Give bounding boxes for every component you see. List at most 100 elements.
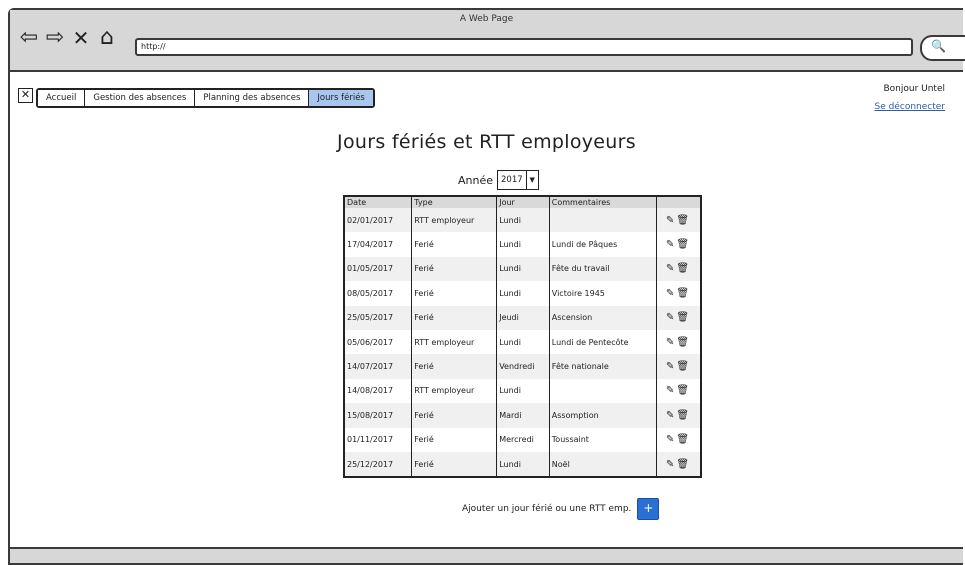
cell-jour: Mercredi <box>496 427 550 452</box>
add-holiday-row: Ajouter un jour férié ou une RTT emp. + <box>462 498 660 520</box>
back-arrow-icon[interactable]: ⇦ <box>18 27 40 49</box>
main-nav-tabs: Accueil Gestion des absences Planning de… <box>36 88 375 108</box>
cell-date: 25/05/2017 <box>345 305 413 330</box>
user-greeting: Bonjour Untel <box>883 84 945 94</box>
table-row: 14/07/2017 Ferié Vendredi Fête nationale ✎🗑 <box>345 354 700 379</box>
col-header-commentaires: Commentaires <box>549 197 657 208</box>
edit-icon[interactable]: ✎ <box>666 410 676 421</box>
cell-date: 17/04/2017 <box>345 232 413 257</box>
edit-icon[interactable]: ✎ <box>666 239 676 250</box>
year-label: Année <box>458 173 494 187</box>
url-input[interactable]: http:// <box>135 38 913 56</box>
cell-type: RTT employeur <box>411 208 498 233</box>
nav-toolbar: ⇦ ⇨ ✕ ⌂ <box>18 26 118 50</box>
trash-icon[interactable]: 🗑 <box>676 239 691 250</box>
logout-link[interactable]: Se déconnecter <box>875 102 945 112</box>
edit-icon[interactable]: ✎ <box>666 337 676 348</box>
status-bar <box>10 547 963 563</box>
window-title: A Web Page <box>459 14 514 24</box>
cell-commentaires: Ascension <box>549 305 657 330</box>
edit-icon[interactable]: ✎ <box>666 361 676 372</box>
cell-commentaires: Fête nationale <box>549 354 657 379</box>
table-row: 01/11/2017 Ferié Mercredi Toussaint ✎🗑 <box>345 427 700 452</box>
table-row: 08/05/2017 Ferié Lundi Victoire 1945 ✎🗑 <box>345 281 700 306</box>
col-header-date: Date <box>345 197 413 208</box>
cell-type: Ferié <box>411 403 498 428</box>
trash-icon[interactable]: 🗑 <box>676 434 691 445</box>
cell-jour: Mardi <box>496 403 550 428</box>
edit-icon[interactable]: ✎ <box>666 459 676 470</box>
cell-jour: Lundi <box>496 329 550 355</box>
year-value: 2017 <box>498 171 527 189</box>
edit-icon[interactable]: ✎ <box>666 385 676 396</box>
edit-icon[interactable]: ✎ <box>666 288 676 299</box>
cell-jour: Lundi <box>496 281 550 306</box>
trash-icon[interactable]: 🗑 <box>676 385 691 396</box>
trash-icon[interactable]: 🗑 <box>676 361 691 372</box>
row-actions: ✎🗑 <box>656 379 700 403</box>
holidays-table: Date Type Jour Commentaires 02/01/2017 RT… <box>343 195 702 479</box>
cell-jour: Lundi <box>496 256 550 282</box>
chevron-down-icon[interactable]: ▼ <box>527 171 538 189</box>
browser-window: A Web Page ⇦ ⇨ ✕ ⌂ http:// 🔍 ✕ Accueil G… <box>8 8 965 565</box>
row-actions: ✎🗑 <box>656 428 700 452</box>
tab-jours-feries[interactable]: Jours fériés <box>309 90 373 106</box>
row-actions: ✎🗑 <box>656 354 700 379</box>
table-header-row: Date Type Jour Commentaires <box>345 197 700 208</box>
close-icon[interactable]: ✕ <box>18 88 33 103</box>
trash-icon[interactable]: 🗑 <box>676 288 691 299</box>
edit-icon[interactable]: ✎ <box>666 312 676 323</box>
search-button[interactable]: 🔍 <box>920 35 965 61</box>
table-row: 02/01/2017 RTT employeur Lundi ✎🗑 <box>345 208 700 233</box>
cell-commentaires: Lundi de Pâques <box>549 232 657 257</box>
tab-planning-absences[interactable]: Planning des absences <box>195 90 310 106</box>
browser-chrome: A Web Page ⇦ ⇨ ✕ ⌂ http:// 🔍 <box>10 10 965 72</box>
cell-type: Ferié <box>411 451 498 477</box>
trash-icon[interactable]: 🗑 <box>676 263 691 274</box>
cell-jour: Lundi <box>496 378 550 404</box>
table-row: 25/05/2017 Ferié Jeudi Ascension ✎🗑 <box>345 305 700 330</box>
tab-gestion-absences[interactable]: Gestion des absences <box>85 90 196 106</box>
trash-icon[interactable]: 🗑 <box>676 215 691 226</box>
tab-accueil[interactable]: Accueil <box>38 90 86 106</box>
col-header-jour: Jour <box>496 197 550 208</box>
table-row: 25/12/2017 Ferié Lundi Noël ✎🗑 <box>345 451 700 477</box>
cell-date: 25/12/2017 <box>345 451 413 477</box>
edit-icon[interactable]: ✎ <box>666 434 676 445</box>
trash-icon[interactable]: 🗑 <box>676 410 691 421</box>
trash-icon[interactable]: 🗑 <box>676 312 691 323</box>
cell-commentaires: Assomption <box>549 403 657 428</box>
cell-type: Ferié <box>411 281 498 306</box>
table-row: 15/08/2017 Ferié Mardi Assomption ✎🗑 <box>345 403 700 428</box>
table-row: 14/08/2017 RTT employeur Lundi ✎🗑 <box>345 378 700 404</box>
cell-type: RTT employeur <box>411 329 498 355</box>
cell-type: Ferié <box>411 354 498 379</box>
cell-date: 01/11/2017 <box>345 427 413 452</box>
col-header-actions <box>656 197 700 208</box>
home-icon[interactable]: ⌂ <box>96 27 118 49</box>
row-actions: ✎🗑 <box>656 281 700 305</box>
row-actions: ✎🗑 <box>656 305 700 330</box>
stop-icon[interactable]: ✕ <box>70 27 92 49</box>
table-row: 01/05/2017 Ferié Lundi Fête du travail ✎🗑 <box>345 256 700 282</box>
cell-commentaires <box>549 208 657 233</box>
cell-type: Ferié <box>411 256 498 282</box>
cell-date: 01/05/2017 <box>345 256 413 282</box>
col-header-type: Type <box>411 197 498 208</box>
edit-icon[interactable]: ✎ <box>666 215 676 226</box>
add-holiday-label: Ajouter un jour férié ou une RTT emp. <box>462 504 632 514</box>
trash-icon[interactable]: 🗑 <box>676 337 691 348</box>
table-row: 05/06/2017 RTT employeur Lundi Lundi de Pen… <box>345 329 700 355</box>
forward-arrow-icon[interactable]: ⇨ <box>44 27 66 49</box>
row-actions: ✎🗑 <box>656 451 700 477</box>
trash-icon[interactable]: 🗑 <box>676 459 691 470</box>
year-select[interactable]: 2017 ▼ <box>497 170 539 190</box>
add-holiday-button[interactable]: + <box>637 498 660 520</box>
cell-jour: Vendredi <box>496 354 550 379</box>
cell-commentaires <box>549 378 657 404</box>
cell-commentaires: Lundi de Pentecôte <box>549 329 657 355</box>
cell-type: Ferié <box>411 305 498 330</box>
edit-icon[interactable]: ✎ <box>666 263 676 274</box>
cell-type: RTT employeur <box>411 378 498 404</box>
cell-commentaires: Noël <box>549 451 657 477</box>
